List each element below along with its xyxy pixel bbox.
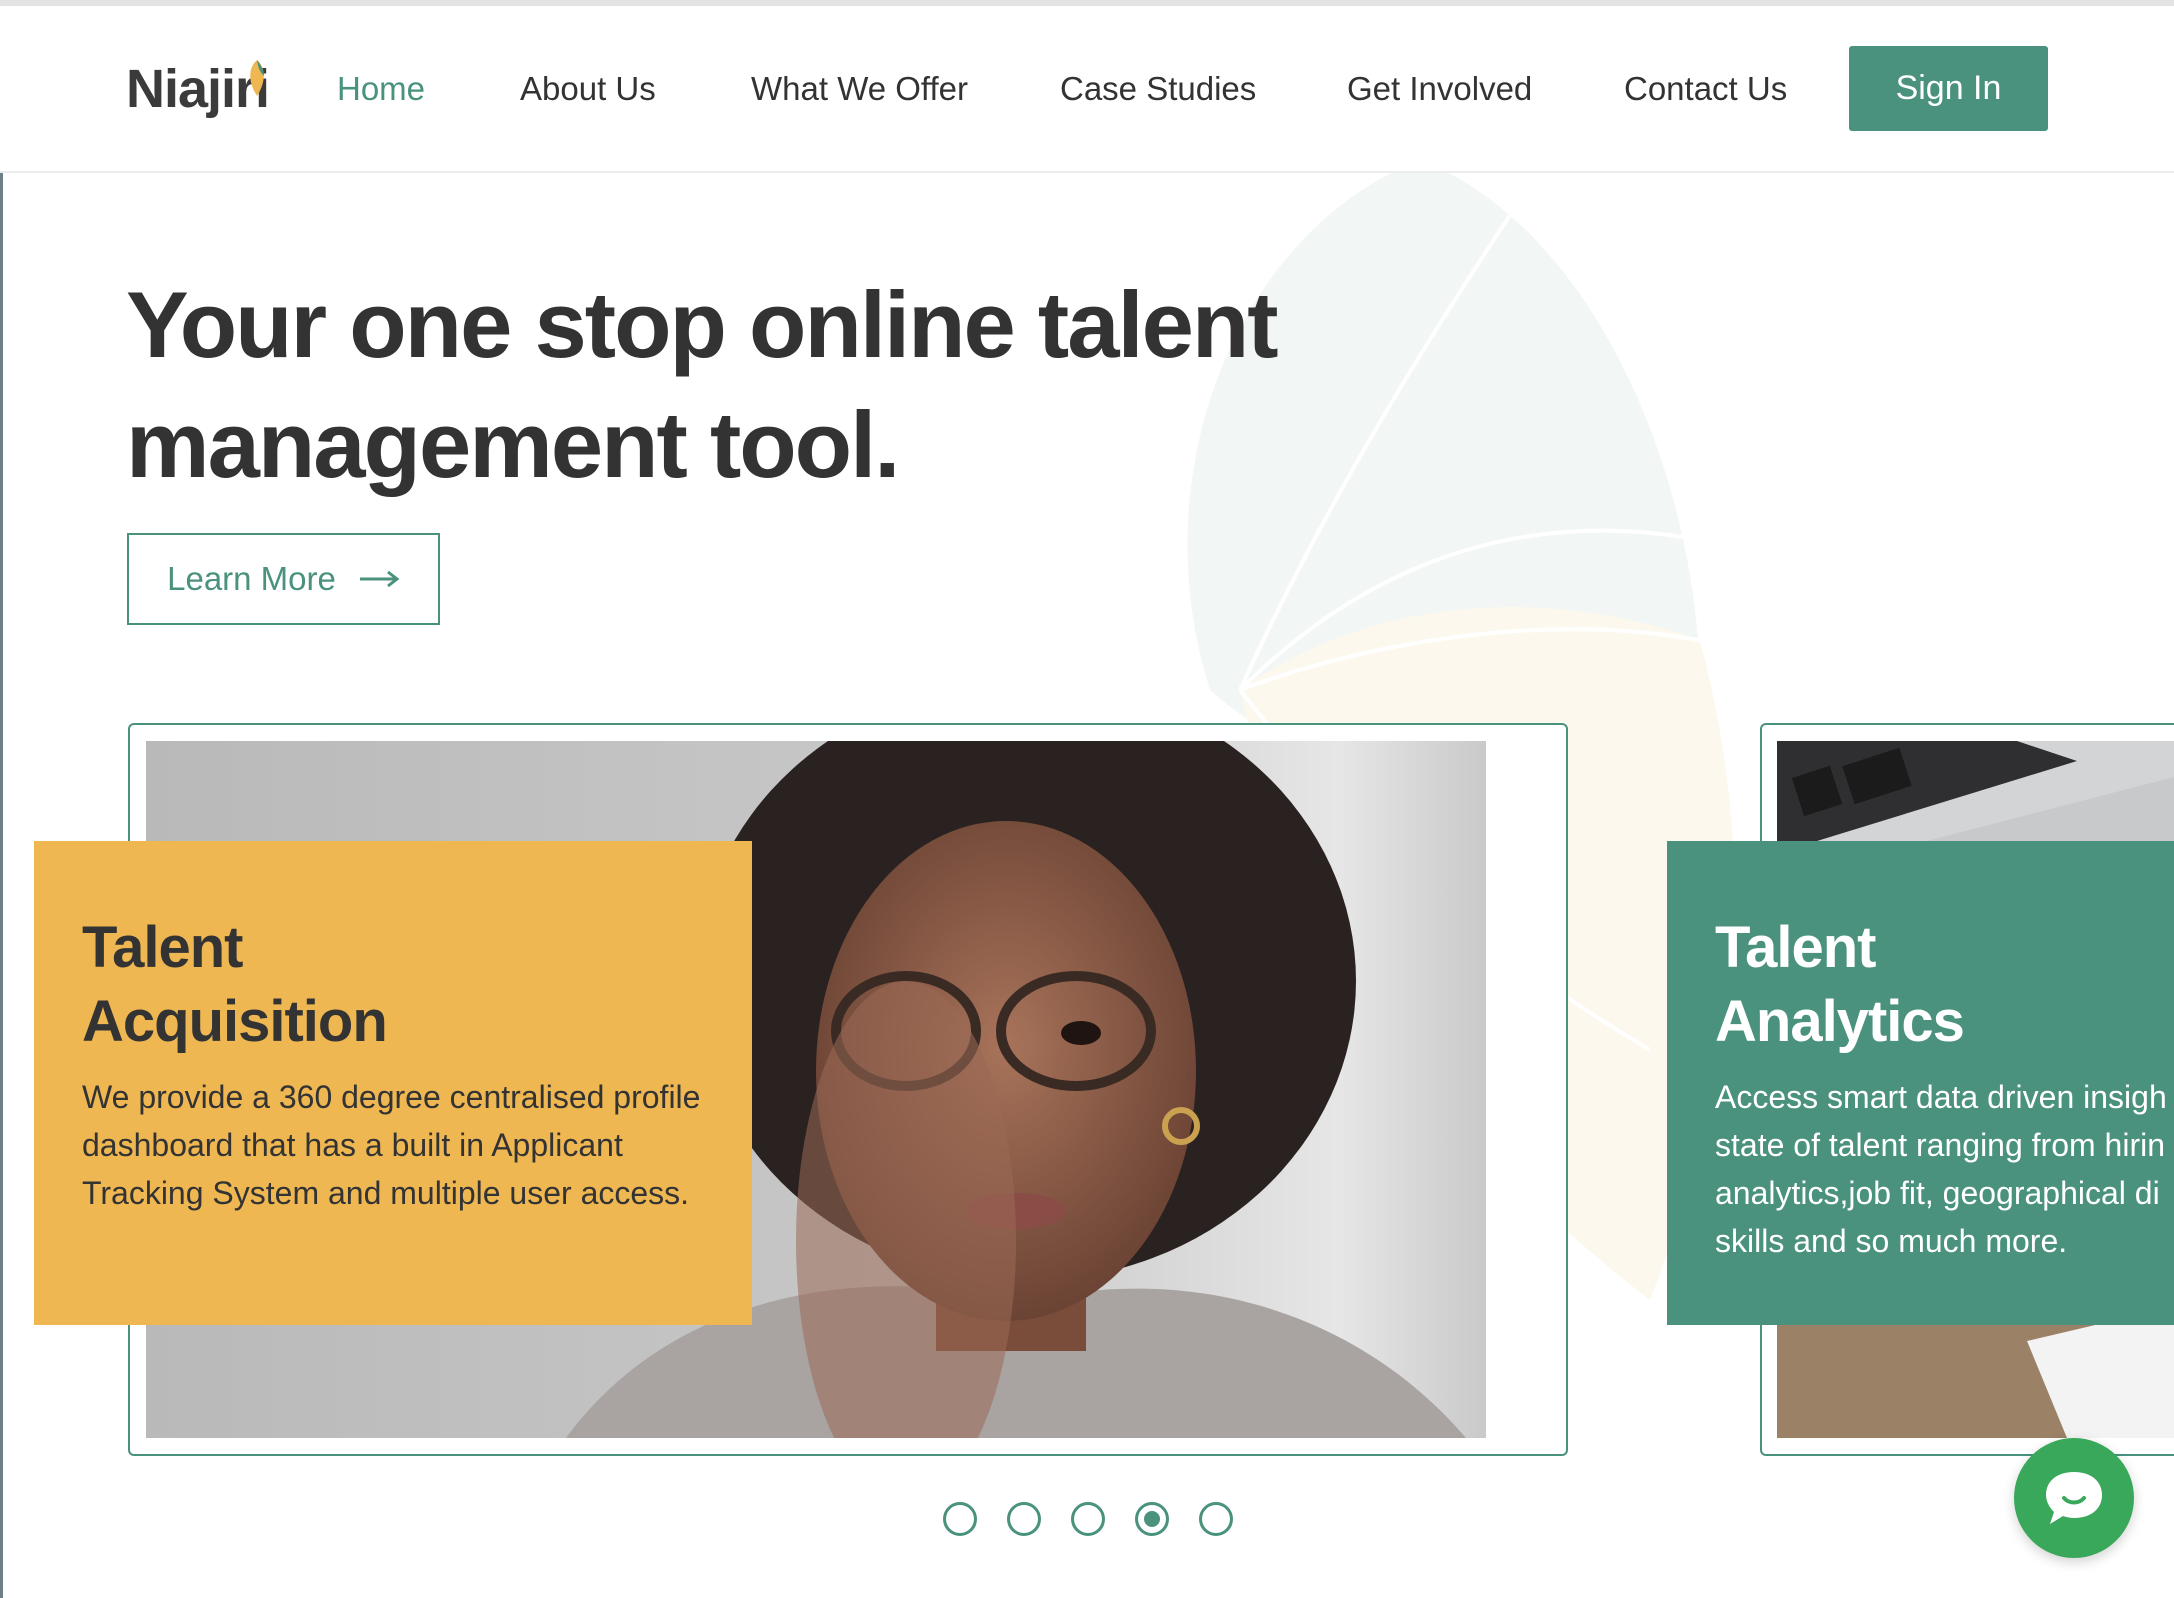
talent-analytics-text-line: analytics,job fit, geographical di <box>1715 1175 2160 1211</box>
sign-in-button[interactable]: Sign In <box>1849 46 2048 131</box>
chat-widget-button[interactable] <box>2014 1438 2134 1558</box>
page: Niajiri Home About Us What We Offer Case… <box>0 0 2174 1598</box>
carousel-dot-3[interactable] <box>1071 1502 1105 1536</box>
learn-more-button[interactable]: Learn More <box>127 533 440 625</box>
talent-analytics-text-line: state of talent ranging from hirin <box>1715 1127 2166 1163</box>
nav-get-involved[interactable]: Get Involved <box>1347 70 1532 108</box>
talent-acquisition-panel: Talent Acquisition We provide a 360 degr… <box>34 841 752 1325</box>
chat-bubble-icon <box>2046 1472 2102 1524</box>
nav-case-studies[interactable]: Case Studies <box>1060 70 1256 108</box>
carousel-pagination <box>943 1502 1233 1536</box>
nav-contact-us[interactable]: Contact Us <box>1624 70 1787 108</box>
arrow-right-icon <box>359 570 400 588</box>
talent-acquisition-title: Talent Acquisition <box>82 915 388 1054</box>
hero-title: Your one stop online talent management t… <box>126 272 1279 497</box>
talent-analytics-title: Talent Analytics <box>1715 915 1965 1054</box>
logo-leaf-icon <box>250 60 264 96</box>
talent-analytics-panel: Talent Analytics Access smart data drive… <box>1667 841 2174 1325</box>
nav-what-we-offer[interactable]: What We Offer <box>751 70 968 108</box>
learn-more-label: Learn More <box>167 560 336 597</box>
carousel-dot-4[interactable] <box>1135 1502 1169 1536</box>
carousel-dot-2[interactable] <box>1007 1502 1041 1536</box>
carousel-dot-5[interactable] <box>1199 1502 1233 1536</box>
site-header: Niajiri Home About Us What We Offer Case… <box>0 6 2174 173</box>
talent-analytics-text: Access smart data driven insigh state of… <box>1715 1073 2174 1265</box>
nav-about-us[interactable]: About Us <box>520 70 656 108</box>
talent-analytics-text-line: skills and so much more. <box>1715 1223 2068 1259</box>
window-edge <box>0 0 3 1598</box>
nav-home[interactable]: Home <box>337 70 425 108</box>
talent-analytics-text-line: Access smart data driven insigh <box>1715 1079 2167 1115</box>
talent-acquisition-text: We provide a 360 degree centralised prof… <box>82 1079 701 1211</box>
carousel-dot-1[interactable] <box>943 1502 977 1536</box>
